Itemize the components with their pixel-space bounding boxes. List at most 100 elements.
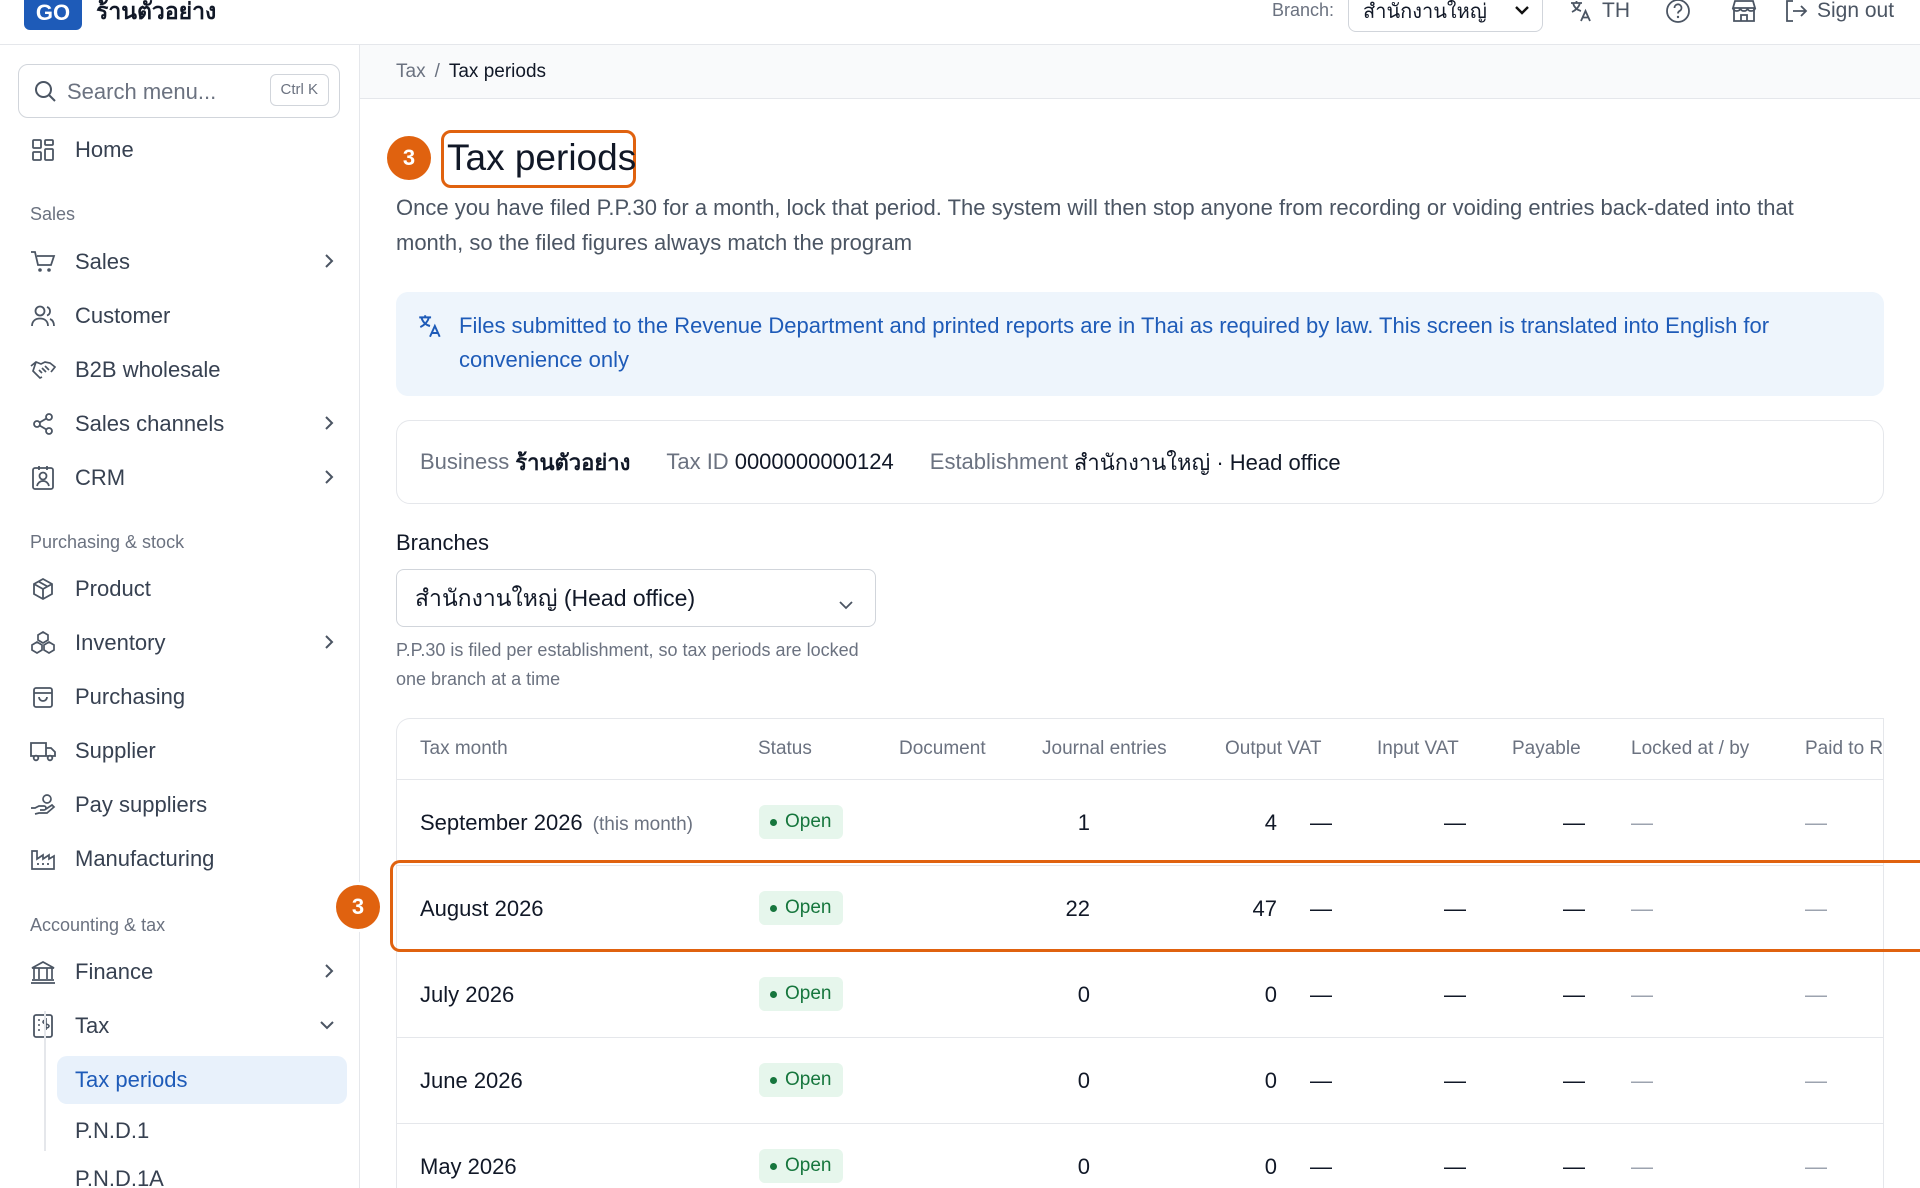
sidebar-item-product[interactable]: Product <box>18 565 346 613</box>
status-badge: Open <box>759 805 844 839</box>
sidebar-item-tax[interactable]: Tax <box>18 1002 346 1050</box>
branch-dropdown[interactable]: สำนักงานใหญ่ (Head office) <box>396 569 876 627</box>
cell-output-vat: — <box>1310 982 1332 1007</box>
sidebar-item-label: Supplier <box>75 738 156 763</box>
sidebar-item-home[interactable]: Home <box>18 126 346 174</box>
app-logo[interactable]: GO <box>24 0 82 30</box>
sign-out-button[interactable]: Sign out <box>1783 0 1894 24</box>
search-menu[interactable]: Search menu... Ctrl K <box>18 64 340 118</box>
truck-icon <box>28 736 58 766</box>
table-row[interactable]: May 2026 Open 0 0 — — — — — <box>397 1123 1883 1188</box>
branch-dropdown-value: สำนักงานใหญ่ (Head office) <box>415 585 696 611</box>
page-description: Once you have filed P.P.30 for a month, … <box>396 195 1794 255</box>
taxid-label: Tax ID <box>666 449 729 474</box>
users-icon <box>28 301 58 331</box>
sidebar-item-sales-channels[interactable]: Sales channels <box>18 400 346 448</box>
cell-output-vat: — <box>1310 1068 1332 1093</box>
sidebar-item-label: Customer <box>75 303 171 328</box>
shopping-bag-icon <box>28 682 58 712</box>
cell-payable: — <box>1563 1154 1585 1179</box>
row-highlight <box>390 860 1920 952</box>
search-input[interactable]: Search menu... <box>67 79 216 105</box>
sidebar-item-pnd1a[interactable]: P.N.D.1A <box>57 1155 347 1188</box>
status-badge: Open <box>759 1063 844 1097</box>
receipt-icon <box>28 1011 58 1041</box>
sidebar-item-purchasing[interactable]: Purchasing <box>18 673 346 721</box>
cell-locked: — <box>1631 810 1653 835</box>
chevron-right-icon <box>322 412 336 440</box>
branch-label: Branch: <box>1272 0 1335 20</box>
col-locked-at-by: Locked at / by <box>1631 738 1750 759</box>
branch-select[interactable]: สำนักงานใหญ่ <box>1348 0 1543 32</box>
taxid-value: 0000000000124 <box>734 449 894 474</box>
col-status: Status <box>758 738 812 759</box>
cell-input-vat: — <box>1444 982 1466 1007</box>
sidebar-item-inventory[interactable]: Inventory <box>18 619 346 667</box>
sidebar-item-label: Pay suppliers <box>75 792 208 817</box>
sidebar-item-label: Product <box>75 576 151 601</box>
sidebar-item-crm[interactable]: CRM <box>18 454 346 502</box>
chevron-right-icon <box>322 960 336 988</box>
status-badge: Open <box>759 977 844 1011</box>
sidebar-item-label: Manufacturing <box>75 846 215 871</box>
top-bar: GO ร้านตัวอย่าง Branch: สำนักงานใหญ่ TH … <box>0 0 1920 45</box>
table-row[interactable]: July 2026 Open 0 0 — — — — — <box>397 951 1883 1037</box>
notice-banner: Files submitted to the Revenue Departmen… <box>396 292 1884 396</box>
breadcrumb: Tax / Tax periods <box>360 45 1920 99</box>
cell-journal: 0 <box>1264 1068 1277 1093</box>
sidebar-item-label: Home <box>75 137 134 162</box>
sidebar-item-customer[interactable]: Customer <box>18 292 346 340</box>
help-button[interactable] <box>1665 0 1691 24</box>
cell-paid: — <box>1805 1068 1827 1093</box>
section-sales: Sales <box>30 204 76 224</box>
breadcrumb-tax[interactable]: Tax <box>396 61 426 83</box>
sidebar-item-tax-periods[interactable]: Tax periods <box>57 1056 347 1104</box>
language-label: TH <box>1602 0 1630 22</box>
language-toggle[interactable]: TH <box>1568 0 1630 24</box>
cell-month: July 2026 <box>420 982 515 1007</box>
step-badge-row: 3 <box>336 885 380 929</box>
contact-card-icon <box>28 463 58 493</box>
handshake-icon <box>28 355 58 385</box>
sidebar-item-sales[interactable]: Sales <box>18 238 346 286</box>
sidebar-item-b2b[interactable]: B2B wholesale <box>18 346 346 394</box>
sidebar-item-manufacturing[interactable]: Manufacturing <box>18 835 346 883</box>
branch-select-value: สำนักงานใหญ่ <box>1363 1 1487 23</box>
status-badge: Open <box>759 1149 844 1183</box>
notice-text: Files submitted to the Revenue Departmen… <box>459 313 1770 372</box>
cell-paid: — <box>1805 1154 1827 1179</box>
chevron-right-icon <box>322 466 336 494</box>
sidebar-item-pnd1[interactable]: P.N.D.1 <box>57 1107 347 1155</box>
cell-journal: 4 <box>1264 810 1277 835</box>
cell-locked: — <box>1631 982 1653 1007</box>
share-icon <box>28 409 58 439</box>
chevron-down-icon <box>1514 0 1530 26</box>
col-output-vat: Output VAT <box>1225 738 1322 759</box>
store-icon <box>1730 0 1758 24</box>
cell-month: September 2026 (this month) <box>420 810 693 835</box>
search-shortcut: Ctrl K <box>269 74 329 106</box>
factory-icon <box>28 844 58 874</box>
sidebar-item-label: CRM <box>75 465 126 490</box>
shop-name: ร้านตัวอย่าง <box>96 0 217 24</box>
branches-label: Branches <box>396 530 489 555</box>
cell-payable: — <box>1563 982 1585 1007</box>
sidebar-item-label: Sales <box>75 249 131 274</box>
store-button[interactable] <box>1730 0 1758 24</box>
breadcrumb-current: Tax periods <box>448 60 547 82</box>
section-purchasing: Purchasing & stock <box>30 532 185 552</box>
cell-input-vat: — <box>1444 810 1466 835</box>
table-row[interactable]: June 2026 Open 0 0 — — — — — <box>397 1037 1883 1123</box>
cell-document: 1 <box>1077 810 1090 835</box>
cell-locked: — <box>1631 1068 1653 1093</box>
table-row[interactable]: September 2026 (this month) Open 1 4 — — … <box>397 779 1883 865</box>
cell-input-vat: — <box>1444 1068 1466 1093</box>
sidebar-item-supplier[interactable]: Supplier <box>18 727 346 775</box>
submenu-divider <box>44 1011 46 1151</box>
sidebar-item-pay-suppliers[interactable]: Pay suppliers <box>18 781 346 829</box>
step-badge: 3 <box>387 136 431 180</box>
tax-periods-table: Tax month Status Document Journal entrie… <box>396 718 1884 1188</box>
branch-help-text: P.P.30 is filed per establishment, so ta… <box>396 640 859 689</box>
sidebar-item-finance[interactable]: Finance <box>18 948 346 996</box>
sidebar-item-label: Inventory <box>75 630 166 655</box>
